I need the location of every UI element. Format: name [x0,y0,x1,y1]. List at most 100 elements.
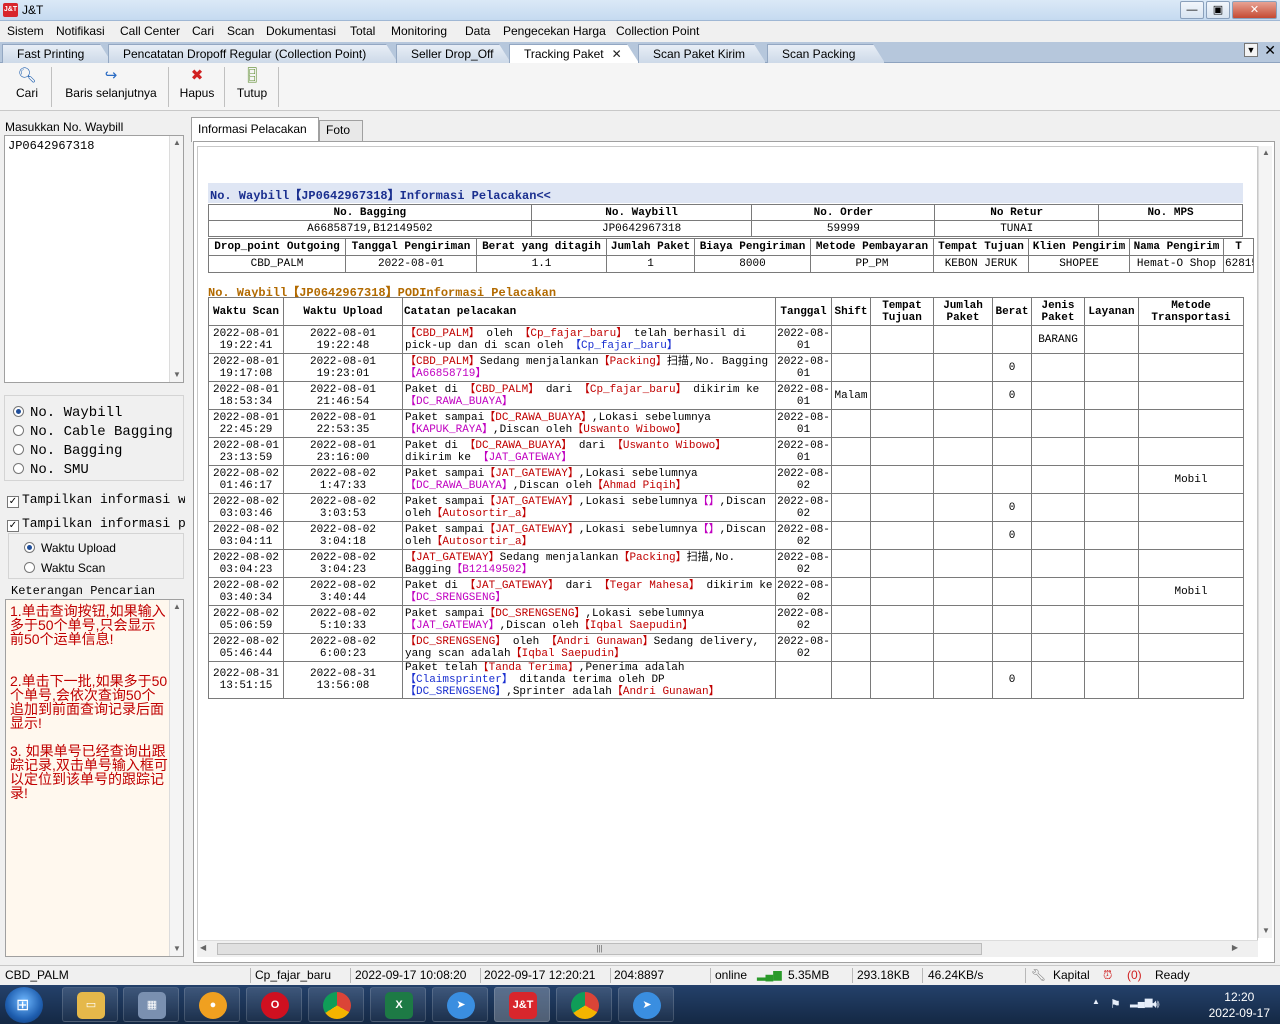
maximize-button[interactable]: ▣ [1206,1,1230,19]
table-cell-shift [831,661,871,699]
radio-no-smu[interactable]: No. SMU [13,462,89,480]
checkbox-tampilkan-waybill[interactable]: ✓ Tampilkan informasi way [7,492,185,510]
shipment-detail-table: Drop_point Outgoing Tanggal Pengiriman B… [208,238,1254,273]
table-cell-jenis [1031,521,1085,550]
checkbox-tampilkan-paket[interactable]: ✓ Tampilkan informasi pak [7,516,185,534]
menu-sistem[interactable]: Sistem [7,24,44,38]
volume-icon[interactable]: 🔊︎ [1152,997,1160,1012]
network-icon[interactable]: ▂▄▆ [1130,997,1152,1008]
menu-dokumentasi[interactable]: Dokumentasi [266,24,336,38]
table-row[interactable]: 2022-08-02 03:04:23 2022-08-02 3:04:23 【JA… [208,549,1244,578]
taskbar-messenger[interactable]: ➤ [432,987,488,1022]
tutup-button[interactable]: 🚪︎ Tutup [230,66,274,108]
taskbar-chrome[interactable] [308,987,364,1022]
tab-foto[interactable]: Foto [319,120,363,141]
taskbar-security-app[interactable]: ● [184,987,240,1022]
minimize-button[interactable]: — [1180,1,1204,19]
menu-total[interactable]: Total [350,24,375,38]
scroll-up-icon[interactable]: ▲ [170,136,184,150]
menu-call-center[interactable]: Call Center [120,24,180,38]
note-person: 【Uswanto Wibowo】 [572,423,687,436]
menu-monitoring[interactable]: Monitoring [391,24,447,38]
table-cell-layanan [1084,661,1139,699]
table-row[interactable]: 2022-08-02 03:04:11 2022-08-02 3:04:18 Pak… [208,521,1244,550]
tab-tracking-paket[interactable]: Tracking Paket ✕ [509,44,639,63]
note-text: Paket telah [405,662,478,675]
table-cell-tujuan [870,353,934,382]
tab-pencatatan-dropoff[interactable]: Pencatatan Dropoff Regular (Collection P… [108,44,398,63]
scroll-left-icon[interactable]: ◀ [200,943,206,952]
tray-expand-icon[interactable]: ▲ [1092,997,1100,1006]
menu-cari[interactable]: Cari [192,24,214,38]
table-row[interactable]: 2022-08-01 19:22:41 2022-08-01 19:22:48 【C… [208,325,1244,354]
tab-fast-printing[interactable]: Fast Printing [2,44,112,63]
status-alerts[interactable]: (0) [1127,968,1142,982]
taskbar-clock[interactable]: 12:20 2022-09-17 [1209,989,1270,1021]
menu-scan[interactable]: Scan [227,24,254,38]
status-bar: CBD_PALM Cp_fajar_baru 2022-09-17 10:08:… [0,965,1280,985]
hapus-button[interactable]: ✖ Hapus [175,66,219,108]
table-row[interactable]: 2022-08-01 23:13:59 2022-08-01 23:16:00 Pa… [208,437,1244,466]
table-row[interactable]: 2022-08-02 05:46:44 2022-08-02 6:00:23 【DC… [208,633,1244,662]
table-row[interactable]: 2022-08-02 03:03:46 2022-08-02 3:03:53 Pak… [208,493,1244,522]
scrollbar-thumb[interactable]: ||| [217,943,982,955]
report-vertical-scrollbar[interactable]: ▲ ▼ [1258,146,1272,938]
scroll-up-icon[interactable]: ▲ [1259,146,1273,160]
close-all-tabs-icon[interactable]: ✕ [1264,42,1276,59]
flag-icon[interactable]: ⚑ [1110,997,1121,1011]
tab-list-dropdown-icon[interactable]: ▼ [1244,43,1258,57]
tab-scan-paket-kirim[interactable]: Scan Paket Kirim [638,44,766,63]
tracking-content: No. Waybill【JP0642967318】Informasi Pelac… [193,141,1275,963]
tab-seller-drop-off[interactable]: Seller Drop_Off [396,44,511,63]
scroll-up-icon[interactable]: ▲ [170,600,184,614]
table-row[interactable]: 2022-08-01 22:45:29 2022-08-01 22:53:35 Pa… [208,409,1244,438]
scroll-down-icon[interactable]: ▼ [170,368,184,382]
taskbar-excel[interactable]: X [370,987,426,1022]
table-row[interactable]: 2022-08-02 03:40:34 2022-08-02 3:40:44 Pak… [208,577,1244,606]
radio-no-cable-bagging[interactable]: No. Cable Bagging [13,424,173,442]
cari-button[interactable]: 🔍︎ Cari [10,66,44,108]
keterangan-scrollbar[interactable]: ▲ ▼ [169,600,183,956]
radio-no-bagging[interactable]: No. Bagging [13,443,122,461]
table-cell-jenis [1031,493,1085,522]
taskbar-explorer[interactable]: ▭ [62,987,118,1022]
table-cell-scan: 2022-08-02 03:03:46 [208,493,284,522]
alarm-icon[interactable]: ⏰︎ [1103,968,1112,983]
tab-close-icon[interactable]: ✕ [612,47,622,61]
taskbar-jnt[interactable]: J&T [494,987,550,1022]
menu-data[interactable]: Data [465,24,490,38]
taskbar-chrome-2[interactable] [556,987,612,1022]
tab-scan-packing[interactable]: Scan Packing [767,44,885,63]
table-row[interactable]: 2022-08-31 13:51:15 2022-08-31 13:56:08 Pa… [208,661,1244,699]
table-row[interactable]: 2022-08-01 18:53:34 2022-08-01 21:46:54 Pa… [208,381,1244,410]
close-button[interactable]: ✕ [1232,1,1277,19]
waybill-scrollbar[interactable]: ▲ ▼ [169,136,183,382]
table-row[interactable]: 2022-08-02 05:06:59 2022-08-02 5:10:33 Pak… [208,605,1244,634]
table-row: CBD_PALM 2022-08-01 1.1 1 8000 PP_PM KEB… [208,255,1254,273]
note-site: 【JAT_GATEWAY】 [484,495,579,508]
menu-notifikasi[interactable]: Notifikasi [56,24,105,38]
table-cell-metode [1138,493,1244,522]
waybill-input[interactable]: JP0642967318 ▲ ▼ [4,135,184,383]
tab-informasi-pelacakan[interactable]: Informasi Pelacakan [191,117,319,142]
table-cell-layanan [1084,437,1139,466]
taskbar-messenger-2[interactable]: ➤ [618,987,674,1022]
scroll-down-icon[interactable]: ▼ [1259,924,1273,938]
radio-waktu-scan[interactable]: Waktu Scan [24,561,105,575]
menu-collection-point[interactable]: Collection Point [616,24,699,38]
start-button[interactable]: ⊞ [5,987,43,1023]
taskbar-calculator[interactable]: ▦ [123,987,179,1022]
note-person: 【Andri Gunawan】 [545,635,654,648]
taskbar-opera[interactable]: O [246,987,302,1022]
table-row[interactable]: 2022-08-01 19:17:08 2022-08-01 19:23:01 【C… [208,353,1244,382]
baris-selanjutnya-button[interactable]: ↪ Baris selanjutnya [58,66,164,108]
note-site: 【JAT_GATEWAY】 [484,467,579,480]
status-memory: 5.35MB [788,968,830,982]
menu-pengecekan-harga[interactable]: Pengecekan Harga [503,24,606,38]
radio-waktu-upload[interactable]: Waktu Upload [24,541,116,555]
report-horizontal-scrollbar[interactable]: ◀ ||| ▶ [197,940,1258,957]
scroll-right-icon[interactable]: ▶ [1232,943,1238,952]
scroll-down-icon[interactable]: ▼ [170,942,184,956]
table-row[interactable]: 2022-08-02 01:46:17 2022-08-02 1:47:33 Pak… [208,465,1244,494]
radio-no-waybill[interactable]: No. Waybill [13,405,122,423]
